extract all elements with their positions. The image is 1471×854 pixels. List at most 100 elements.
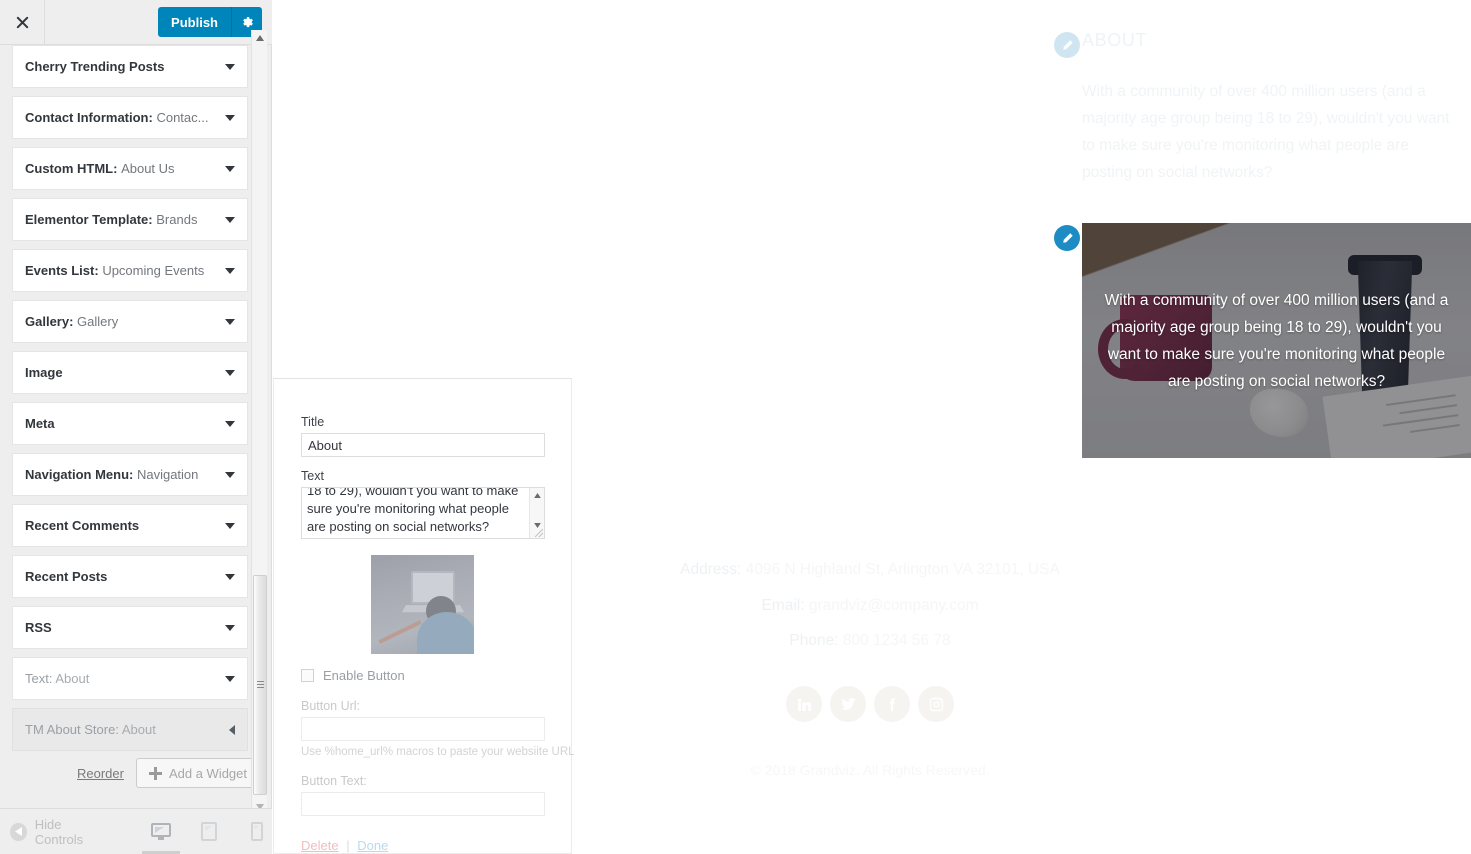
widget-list-item[interactable]: RSS [12, 606, 248, 649]
contact-phone-value[interactable]: 800 1234 56 78 [843, 632, 951, 649]
instagram-icon[interactable] [918, 686, 954, 722]
chevron-down-icon[interactable] [225, 522, 235, 529]
title-input[interactable] [301, 433, 545, 457]
chevron-down-icon[interactable] [225, 165, 235, 172]
widget-item-title: Recent Comments [25, 518, 217, 533]
widget-list-item[interactable]: Navigation Menu: Navigation [12, 453, 248, 496]
widget-item-type: Meta [25, 416, 55, 431]
text-textarea[interactable] [301, 487, 545, 539]
done-link[interactable]: Done [357, 838, 388, 853]
widget-item-title: TM About Store: About [25, 722, 221, 737]
preview-contact-block: Address: 4096 N Highland St, Arlington V… [560, 552, 1180, 659]
button-url-label: Button Url: [301, 699, 361, 713]
widget-item-type: TM About Store: [25, 722, 119, 737]
contact-phone-label: Phone: [789, 632, 839, 649]
thumbnail-scrim [371, 555, 474, 654]
widget-form-fields: Title Text [301, 415, 575, 853]
widget-list-item[interactable]: TM About Store: About [12, 708, 248, 751]
widget-item-type: Events List: [25, 263, 99, 278]
widget-item-title: Cherry Trending Posts [25, 59, 217, 74]
chevron-down-icon[interactable] [225, 267, 235, 274]
widget-item-type: Contact Information: [25, 110, 153, 125]
widget-form-actions: Delete | Done [301, 838, 545, 853]
device-desktop-icon[interactable] [142, 816, 180, 854]
textarea-scroll-up-icon[interactable] [530, 488, 545, 503]
close-x-icon[interactable] [0, 0, 45, 44]
reorder-link[interactable]: Reorder [77, 766, 124, 781]
enable-button-checkbox[interactable] [301, 669, 314, 682]
add-widget-button[interactable]: Add a Widget [135, 758, 260, 788]
delete-widget-link[interactable]: Delete [301, 838, 339, 853]
device-tablet-icon[interactable] [194, 816, 224, 848]
widget-list-item[interactable]: Recent Comments [12, 504, 248, 547]
widget-item-instance: About Us [121, 161, 175, 176]
chevron-down-icon[interactable] [225, 63, 235, 70]
button-text-group: Button Text: [301, 774, 545, 816]
widget-list-item[interactable]: Contact Information: Contac... [12, 96, 248, 139]
widget-item-type: Navigation Menu: [25, 467, 134, 482]
contact-address-row: Address: 4096 N Highland St, Arlington V… [560, 552, 1180, 588]
widget-item-title: Recent Posts [25, 569, 217, 584]
twitter-icon[interactable] [830, 686, 866, 722]
widget-list: Cherry Trending Posts Contact Information… [0, 45, 260, 808]
chevron-down-icon[interactable] [225, 216, 235, 223]
facebook-icon[interactable] [874, 686, 910, 722]
widget-item-instance: About [55, 671, 90, 686]
contact-email-label: Email: [761, 596, 805, 614]
text-label: Text [301, 469, 324, 483]
hide-controls-button[interactable]: Hide Controls [10, 817, 108, 847]
button-text-label: Button Text: [301, 774, 367, 788]
chevron-down-icon[interactable] [225, 624, 235, 631]
scrollbar-thumb[interactable] [253, 575, 267, 795]
contact-email-row: Email: grandviz@company.com [560, 588, 1180, 624]
widget-list-item[interactable]: Elementor Template: Brands [12, 198, 248, 241]
scrollbar-grip [257, 681, 264, 689]
textarea-resize-grip[interactable] [535, 529, 543, 537]
link-separator: | [346, 838, 350, 853]
widget-image-thumbnail[interactable] [371, 555, 474, 654]
chevron-down-icon[interactable] [225, 369, 235, 376]
chevron-left-icon[interactable] [229, 724, 235, 735]
publish-button[interactable]: Publish [158, 7, 232, 37]
button-text-input[interactable] [301, 792, 545, 816]
sidebar-scrollbar[interactable] [251, 30, 267, 815]
widget-edit-form-panel: Title Text [273, 378, 575, 854]
hide-controls-label: Hide Controls [34, 816, 84, 847]
widget-item-title: Gallery: Gallery [25, 314, 217, 329]
contact-address-label: Address: [680, 561, 742, 578]
widget-list-item[interactable]: Meta [12, 402, 248, 445]
widget-list-item[interactable]: Recent Posts [12, 555, 248, 598]
customizer-footer: Hide Controls [0, 808, 272, 854]
widget-list-item[interactable]: Events List: Upcoming Events [12, 249, 248, 292]
widget-item-instance: Upcoming Events [102, 263, 205, 278]
widget-item-title: Navigation Menu: Navigation [25, 467, 217, 482]
widget-list-item[interactable]: Cherry Trending Posts [12, 45, 248, 88]
chevron-down-icon[interactable] [225, 675, 235, 682]
device-mobile-icon[interactable] [242, 816, 272, 848]
widget-item-type: Image [25, 365, 63, 380]
linkedin-icon[interactable] [786, 686, 822, 722]
contact-email-value[interactable]: grandviz@company.com [809, 597, 979, 614]
edit-pencil-pin-about[interactable] [1054, 32, 1080, 58]
widget-list-item[interactable]: Text: About [12, 657, 248, 700]
chevron-down-icon[interactable] [225, 471, 235, 478]
widget-list-item[interactable]: Custom HTML: About Us [12, 147, 248, 190]
preview-social-links [560, 686, 1180, 722]
enable-button-label: Enable Button [323, 668, 405, 683]
chevron-down-icon[interactable] [225, 114, 235, 121]
scroll-up-arrow-icon[interactable] [252, 30, 268, 46]
chevron-down-icon[interactable] [225, 318, 235, 325]
widget-list-item[interactable]: Gallery: Gallery [12, 300, 248, 343]
widget-item-title: Image [25, 365, 217, 380]
widget-item-type: Cherry Trending Posts [25, 59, 165, 74]
widget-item-type: Recent Posts [25, 569, 108, 584]
button-url-input[interactable] [301, 717, 545, 741]
chevron-down-icon[interactable] [225, 573, 235, 580]
edit-pencil-pin-hero[interactable] [1054, 225, 1080, 251]
customizer-header: Publish [0, 0, 272, 45]
widget-list-item[interactable]: Image [12, 351, 248, 394]
plus-icon [148, 766, 162, 780]
contact-phone-row: Phone: 800 1234 56 78 [560, 623, 1180, 659]
chevron-down-icon[interactable] [225, 420, 235, 427]
button-url-help-text: Use %home_url% macros to paste your webs… [301, 746, 575, 758]
